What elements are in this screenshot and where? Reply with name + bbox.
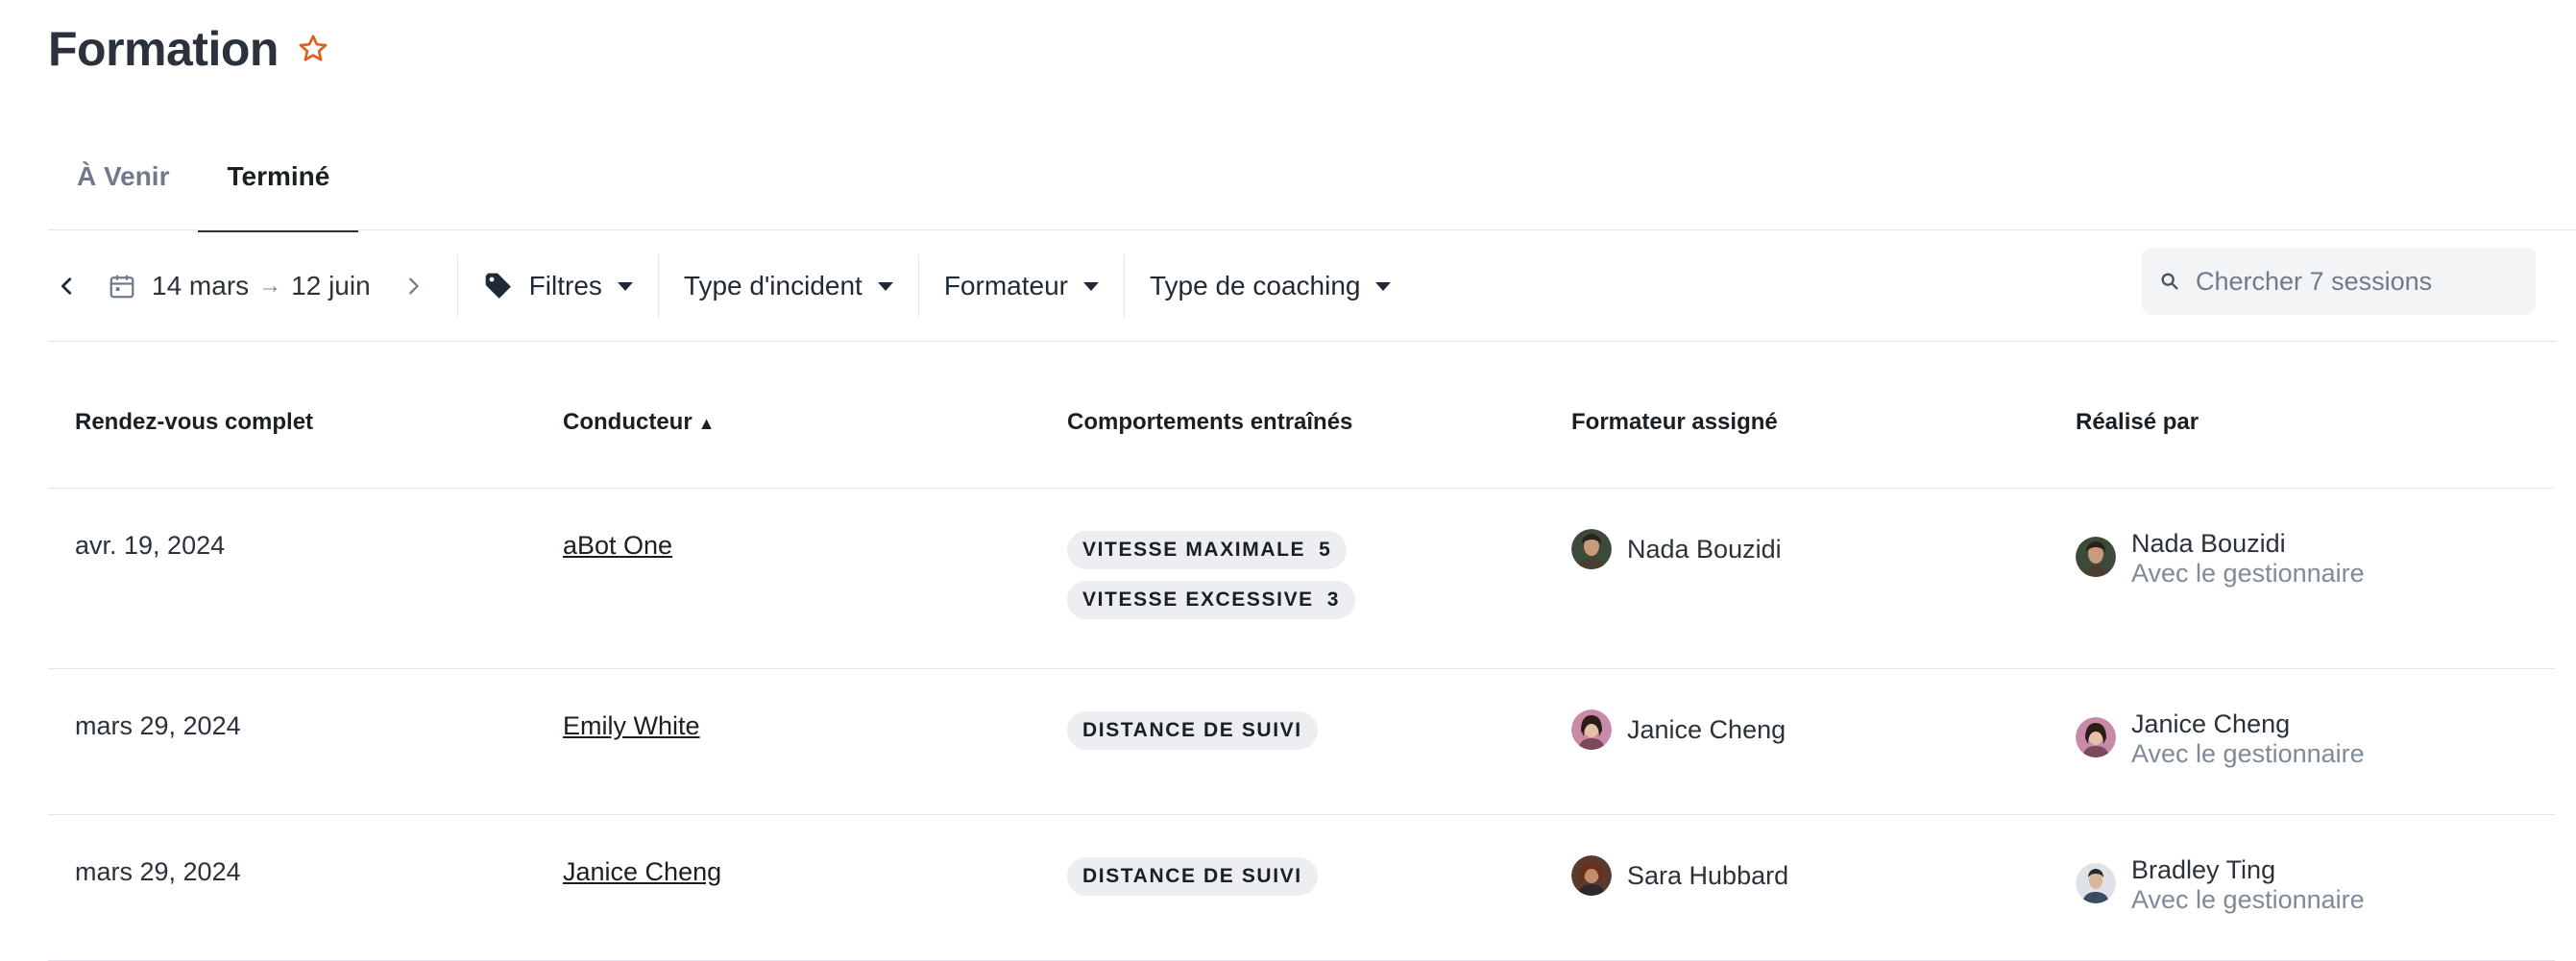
behavior-count: 5 <box>1319 539 1332 561</box>
avatar <box>1571 855 1612 896</box>
avatar <box>2076 717 2116 757</box>
appointment-date: mars 29, 2024 <box>75 857 241 886</box>
next-period-button[interactable] <box>394 267 432 305</box>
behavior-badge: DISTANCE DE SUIVI <box>1067 711 1318 750</box>
avatar <box>1571 529 1612 569</box>
column-header-behaviors[interactable]: Comportements entraînés <box>1040 384 1544 489</box>
search-input[interactable] <box>2194 265 2515 298</box>
page-title: Formation <box>48 22 279 76</box>
caret-down-icon <box>877 281 893 291</box>
assigned-trainer-name: Janice Cheng <box>1627 714 1786 744</box>
completed-by: Nada Bouzidi Avec le gestionnaire <box>2076 489 2555 589</box>
completed-by-text: Nada Bouzidi Avec le gestionnaire <box>2131 529 2365 589</box>
toolbar-separator <box>1123 254 1125 318</box>
title-row: Formation <box>48 21 330 77</box>
star-icon[interactable] <box>296 32 330 66</box>
behavior-badges: DISTANCE DE SUIVI <box>1067 669 1544 750</box>
tag-icon <box>485 273 511 299</box>
filters-label: Filtres <box>528 271 602 300</box>
toolbar-divider <box>48 341 2557 342</box>
column-header-completed-by[interactable]: Réalisé par <box>2049 384 2555 489</box>
column-header-appointment[interactable]: Rendez-vous complet <box>48 384 536 489</box>
completed-by-name: Janice Cheng <box>2131 709 2291 738</box>
sort-ascending-icon: ▲ <box>697 414 716 433</box>
arrow-right-icon: → <box>258 273 282 299</box>
completed-by-name: Bradley Ting <box>2131 855 2276 884</box>
behavior-label: DISTANCE DE SUIVI <box>1082 719 1302 741</box>
toolbar-separator <box>917 254 919 318</box>
search-icon <box>2161 273 2178 290</box>
completed-by-mode: Avec le gestionnaire <box>2131 885 2365 914</box>
caret-down-icon <box>617 281 633 291</box>
tabs: À Venir Terminé <box>48 161 359 232</box>
completed-by-mode: Avec le gestionnaire <box>2131 559 2365 588</box>
driver-link[interactable]: Emily White <box>563 711 700 740</box>
table-row[interactable]: mars 29, 2024 Emily White DISTANCE DE SU… <box>48 668 2555 815</box>
page: Formation À Venir Terminé 14 mars → 12 j… <box>0 0 2576 961</box>
caret-down-icon <box>1082 281 1099 291</box>
completed-by-text: Janice Cheng Avec le gestionnaire <box>2131 709 2365 769</box>
behavior-label: VITESSE MAXIMALE <box>1082 539 1306 561</box>
incident-type-label: Type d'incident <box>683 271 863 300</box>
appointment-date: avr. 19, 2024 <box>75 531 226 560</box>
date-range-picker[interactable]: 14 mars → 12 juin <box>108 271 371 301</box>
avatar <box>1571 709 1612 750</box>
incident-type-dropdown[interactable]: Type d'incident <box>684 271 893 301</box>
behavior-badge: DISTANCE DE SUIVI <box>1067 857 1318 896</box>
tab-completed[interactable]: Terminé <box>198 161 359 232</box>
completed-by-name: Nada Bouzidi <box>2131 529 2286 558</box>
behavior-count: 3 <box>1326 589 1341 611</box>
date-start: 14 mars <box>152 271 250 300</box>
trainer-label: Formateur <box>943 271 1068 300</box>
column-header-assigned-trainer[interactable]: Formateur assigné <box>1544 384 2049 489</box>
trainer-dropdown[interactable]: Formateur <box>944 271 1099 301</box>
driver-header-label: Conducteur <box>563 409 693 435</box>
driver-link[interactable]: Janice Cheng <box>563 857 721 886</box>
completed-by: Bradley Ting Avec le gestionnaire <box>2076 815 2555 915</box>
chevron-left-icon <box>61 277 72 295</box>
tab-upcoming[interactable]: À Venir <box>48 161 198 230</box>
assigned-trainer: Janice Cheng <box>1571 669 2049 750</box>
table-row[interactable]: avr. 19, 2024 aBot One VITESSE MAXIMALE 5… <box>48 488 2555 669</box>
behavior-badges: DISTANCE DE SUIVI <box>1067 815 1544 896</box>
completed-by: Janice Cheng Avec le gestionnaire <box>2076 669 2555 769</box>
date-end: 12 juin <box>291 271 371 300</box>
behavior-badge: VITESSE EXCESSIVE 3 <box>1067 581 1356 619</box>
search-box <box>2142 248 2536 315</box>
toolbar: 14 mars → 12 juin Filtres Type d'inciden… <box>48 246 2557 326</box>
behavior-badge: VITESSE MAXIMALE 5 <box>1067 531 1348 569</box>
appointment-date: mars 29, 2024 <box>75 711 241 740</box>
filters-dropdown[interactable]: Filtres <box>483 271 633 301</box>
caret-down-icon <box>1375 281 1392 291</box>
tabs-divider <box>48 229 2576 230</box>
completed-by-text: Bradley Ting Avec le gestionnaire <box>2131 855 2365 915</box>
avatar <box>2076 537 2116 577</box>
chevron-right-icon <box>408 277 419 295</box>
assigned-trainer-name: Nada Bouzidi <box>1627 534 1782 564</box>
behavior-label: VITESSE EXCESSIVE <box>1082 589 1314 611</box>
previous-period-button[interactable] <box>48 267 86 305</box>
behavior-label: DISTANCE DE SUIVI <box>1082 865 1302 887</box>
calendar-icon <box>109 275 134 299</box>
assigned-trainer: Nada Bouzidi <box>1571 489 2049 569</box>
toolbar-separator <box>657 254 659 318</box>
completed-by-mode: Avec le gestionnaire <box>2131 739 2365 768</box>
table-header-row: Rendez-vous complet Conducteur ▲ Comporte… <box>48 384 2555 489</box>
sessions-table: Rendez-vous complet Conducteur ▲ Comporte… <box>48 384 2555 961</box>
column-header-driver[interactable]: Conducteur ▲ <box>536 384 1040 489</box>
assigned-trainer-name: Sara Hubbard <box>1627 860 1789 890</box>
avatar <box>2076 863 2116 903</box>
driver-link[interactable]: aBot One <box>563 531 672 560</box>
behavior-badges: VITESSE MAXIMALE 5 VITESSE EXCESSIVE 3 <box>1067 489 1544 619</box>
coaching-type-label: Type de coaching <box>1149 271 1361 300</box>
coaching-type-dropdown[interactable]: Type de coaching <box>1150 271 1392 301</box>
assigned-trainer: Sara Hubbard <box>1571 815 2049 896</box>
toolbar-separator <box>456 254 458 318</box>
